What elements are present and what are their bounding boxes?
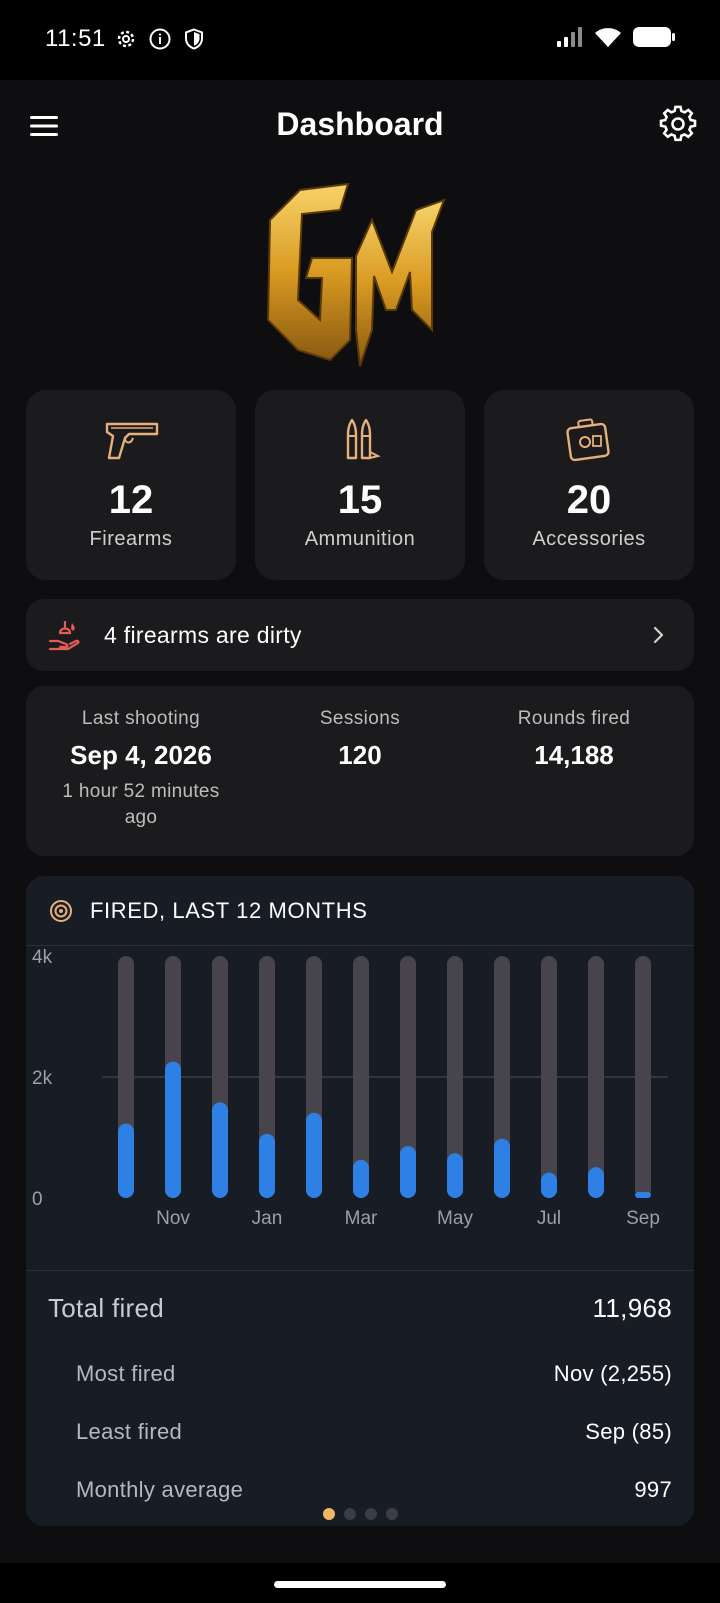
total-fired-value: 11,968 — [592, 1293, 672, 1323]
sessions: Sessions 120 — [250, 708, 470, 771]
gear-icon[interactable] — [658, 104, 698, 144]
bar-apr — [400, 1145, 416, 1198]
bar-oct — [118, 1123, 134, 1198]
bar-jun — [494, 1138, 510, 1198]
last-shooting-label: Last shooting — [81, 708, 201, 729]
accessories-count: 20 — [566, 478, 612, 522]
most-fired-value: Nov (2,255) — [553, 1361, 672, 1386]
stat-card-accessories[interactable]: 20 Accessories — [484, 390, 694, 580]
dirty-firearms-text: 4 firearms are dirty — [104, 622, 302, 648]
x-tick-label: Nov — [156, 1208, 190, 1229]
y-tick-label: 4k — [32, 948, 53, 968]
chart-header: FIRED, LAST 12 MONTHS — [26, 876, 694, 946]
monthly-average-value: 997 — [634, 1477, 672, 1502]
total-fired-row: Total fired 11,968 — [26, 1293, 694, 1333]
fired-bar-chart: 4k 2k 0 Nov Jan Mar May Jul Sep — [32, 948, 668, 1229]
bar-aug — [588, 1167, 604, 1198]
page-dot[interactable] — [385, 1508, 398, 1520]
ammunition-label: Ammunition — [304, 528, 416, 550]
total-fired-label: Total fired — [48, 1293, 165, 1323]
last-shooting: Last shooting Sep 4, 2026 1 hour 52 minu… — [31, 708, 251, 831]
stat-card-firearms[interactable]: 12 Firearms — [26, 390, 236, 580]
stat-card-ammunition[interactable]: 15 Ammunition — [255, 390, 465, 580]
rounds-fired-value: 14,188 — [534, 740, 614, 770]
chart-summary: Total fired 11,968 Most fired Nov (2,255… — [26, 1270, 694, 1502]
bar-track — [541, 956, 557, 1198]
home-indicator[interactable] — [274, 1581, 446, 1588]
rounds-fired: Rounds fired 14,188 — [464, 708, 684, 771]
app-screen: Dashboard GM 12 Firearms — [0, 80, 720, 1563]
info-icon — [149, 28, 171, 50]
target-icon — [50, 900, 72, 922]
wifi-icon — [595, 28, 621, 47]
sessions-value: 120 — [338, 740, 382, 770]
bar-track — [635, 956, 651, 1198]
bar-mar — [353, 1159, 369, 1198]
x-tick-label: Jul — [537, 1208, 561, 1229]
x-tick-label: Sep — [626, 1208, 660, 1229]
firearms-label: Firearms — [89, 528, 173, 550]
last-shooting-date: Sep 4, 2026 — [70, 740, 212, 770]
battery-icon — [633, 27, 675, 47]
status-icons-left — [114, 27, 206, 51]
signal-icon — [557, 27, 582, 47]
monthly-average-label: Monthly average — [76, 1477, 244, 1502]
chevron-right-icon — [653, 626, 664, 644]
page-indicator — [0, 1508, 720, 1520]
dirty-firearms-notice[interactable]: 4 firearms are dirty — [26, 599, 694, 671]
shooting-summary-card: Last shooting Sep 4, 2026 1 hour 52 minu… — [26, 686, 694, 856]
bar-nov — [165, 1061, 181, 1198]
bar-jan — [259, 1133, 275, 1198]
bullets-icon — [346, 418, 381, 460]
page-dot[interactable] — [364, 1508, 377, 1520]
bar-sep — [635, 1192, 651, 1198]
settings-icon — [117, 30, 135, 48]
x-tick-label: Mar — [345, 1208, 378, 1229]
accessories-label: Accessories — [532, 528, 646, 550]
last-shooting-ago: 1 hour 52 minutes ago — [62, 781, 220, 828]
system-nav-bar — [0, 1563, 720, 1603]
app-bar: Dashboard — [0, 80, 720, 172]
page-dot[interactable] — [322, 1508, 335, 1520]
chart-title: FIRED, LAST 12 MONTHS — [90, 898, 368, 923]
bar-may — [447, 1153, 463, 1198]
gm-logo: GM — [266, 182, 446, 367]
shield-icon — [185, 28, 203, 50]
y-tick-label: 2k — [32, 1068, 53, 1089]
bar-feb — [306, 1112, 322, 1198]
page-title: Dashboard — [276, 106, 444, 142]
rounds-fired-label: Rounds fired — [517, 708, 631, 729]
bar-jul — [541, 1172, 557, 1198]
sessions-label: Sessions — [319, 708, 401, 729]
page-dot[interactable] — [343, 1508, 356, 1520]
least-fired-label: Least fired — [76, 1419, 183, 1444]
firearms-count: 12 — [108, 478, 154, 522]
most-fired-label: Most fired — [76, 1361, 176, 1386]
most-fired-row: Most fired Nov (2,255) — [26, 1361, 694, 1401]
x-tick-label: May — [437, 1208, 473, 1229]
cleaning-icon — [48, 621, 80, 651]
status-time: 11:51 — [45, 25, 106, 52]
ammunition-count: 15 — [337, 478, 383, 522]
bar-dec — [212, 1102, 228, 1198]
fired-chart-card: FIRED, LAST 12 MONTHS 4k 2k 0 Nov Jan Mar May J… — [26, 876, 694, 1526]
status-bar: 11:51 — [0, 0, 720, 80]
pistol-icon — [105, 422, 159, 460]
status-icons-right — [556, 25, 676, 49]
bar-track — [588, 956, 604, 1198]
case-icon — [566, 418, 610, 462]
y-tick-label: 0 — [32, 1189, 43, 1210]
x-tick-label: Jan — [252, 1208, 283, 1229]
least-fired-value: Sep (85) — [585, 1419, 672, 1444]
least-fired-row: Least fired Sep (85) — [26, 1419, 694, 1459]
